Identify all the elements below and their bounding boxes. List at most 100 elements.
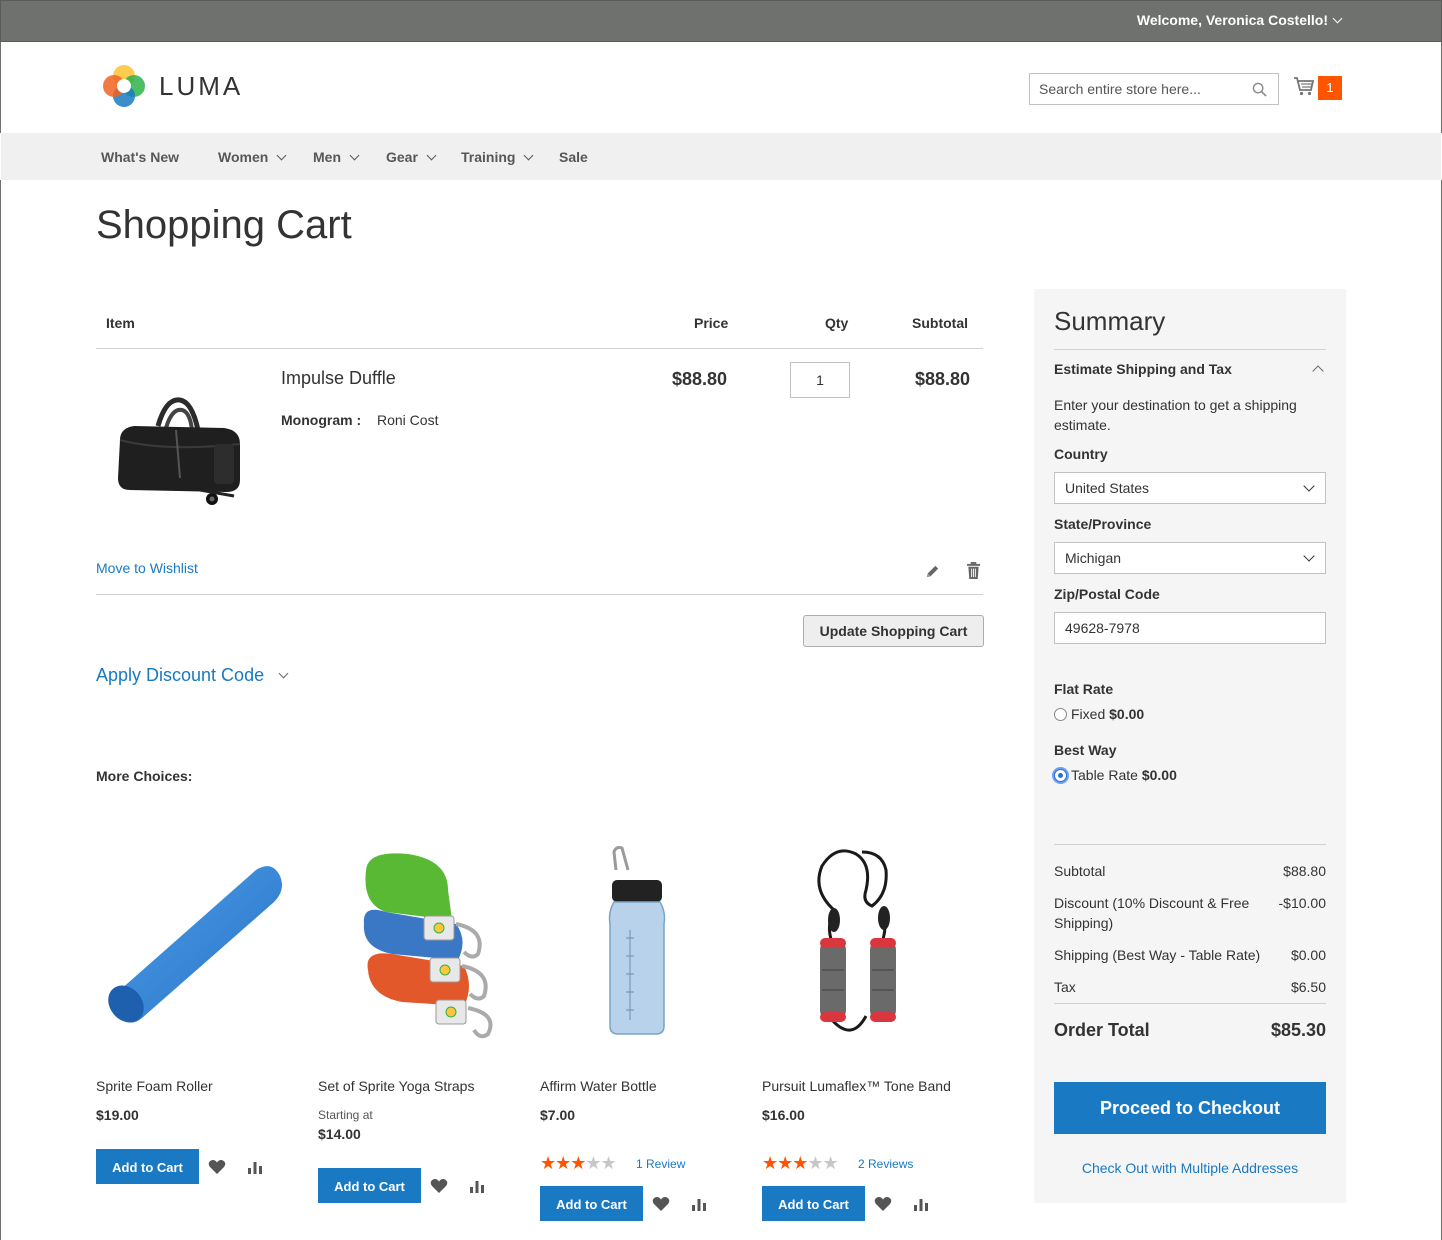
cart-item-price: $88.80 <box>672 369 728 389</box>
top-bar: Welcome, Veronica Costello! <box>0 0 1442 42</box>
nav-label: Training <box>461 149 516 165</box>
summary-title: Summary <box>1054 306 1166 336</box>
compare-icon[interactable] <box>247 1160 263 1174</box>
chevron-down-icon <box>1303 550 1315 562</box>
header: LUMA 1 <box>0 42 1442 133</box>
shipping-option-best-way[interactable]: Table Rate $0.00 <box>1054 767 1177 783</box>
cart-item-name[interactable]: Impulse Duffle <box>281 368 396 389</box>
state-select[interactable]: Michigan <box>1054 542 1326 574</box>
divider <box>1054 349 1326 350</box>
impulse-duffle-image[interactable] <box>106 378 246 526</box>
shipping-method: Fixed <box>1071 706 1106 722</box>
country-select[interactable]: United States <box>1054 472 1326 504</box>
nav-item-sale[interactable]: Sale <box>559 149 588 165</box>
totals-value: $0.00 <box>1290 947 1326 963</box>
add-to-cart-button[interactable]: Add to Cart <box>762 1186 865 1221</box>
qty-input[interactable]: 1 <box>790 362 850 398</box>
yoga-straps-image[interactable] <box>318 830 518 1050</box>
cart-summary: Summary Estimate Shipping and Tax Enter … <box>1034 289 1346 1203</box>
search-box <box>1029 73 1279 105</box>
product-name[interactable]: Pursuit Lumaflex™ Tone Band <box>762 1078 951 1094</box>
chevron-down-icon <box>278 668 289 679</box>
heart-icon[interactable] <box>430 1178 448 1194</box>
product-name[interactable]: Set of Sprite Yoga Straps <box>318 1078 474 1094</box>
heart-icon[interactable] <box>208 1159 226 1175</box>
logo[interactable]: LUMA <box>101 63 243 109</box>
shipping-carrier-label: Best Way <box>1054 742 1117 758</box>
rating-stars: ★★★★★ <box>762 1153 839 1173</box>
proceed-to-checkout-button[interactable]: Proceed to Checkout <box>1054 1082 1326 1134</box>
zip-label: Zip/Postal Code <box>1054 586 1160 602</box>
col-header-qty: Qty <box>825 315 849 331</box>
chevron-down-icon <box>276 150 287 161</box>
update-cart-button[interactable]: Update Shopping Cart <box>803 615 984 647</box>
totals-value: -$10.00 <box>1278 895 1326 911</box>
product-price: $19.00 <box>96 1107 139 1123</box>
shipping-amount: $0.00 <box>1109 706 1145 722</box>
estimate-description: Enter your destination to get a shipping… <box>1054 397 1297 433</box>
estimate-shipping-toggle[interactable]: Estimate Shipping and Tax <box>1054 361 1232 377</box>
apply-discount-toggle[interactable]: Apply Discount Code <box>96 665 289 686</box>
chevron-down-icon <box>426 150 437 161</box>
radio-button[interactable] <box>1054 707 1067 721</box>
pencil-icon[interactable] <box>924 563 941 580</box>
totals-value: $6.50 <box>1290 979 1326 995</box>
nav-item-gear[interactable]: Gear <box>386 149 437 165</box>
divider <box>1054 844 1326 845</box>
heart-icon[interactable] <box>874 1196 892 1212</box>
product-price: $16.00 <box>762 1107 805 1123</box>
totals-label: Tax <box>1054 979 1076 995</box>
reviews-link[interactable]: 1 Review <box>636 1157 685 1171</box>
chevron-up-icon[interactable] <box>1312 365 1324 377</box>
shipping-method: Table Rate <box>1071 767 1138 783</box>
zip-input[interactable]: 49628-7978 <box>1054 612 1326 644</box>
starting-at-label: Starting at <box>318 1108 373 1122</box>
option-label: Monogram : <box>281 412 362 428</box>
order-total-value: $85.30 <box>1270 1020 1326 1040</box>
add-to-cart-button[interactable]: Add to Cart <box>318 1168 421 1203</box>
shipping-option-flat-rate[interactable]: Fixed $0.00 <box>1054 706 1144 722</box>
multi-address-checkout-link[interactable]: Check Out with Multiple Addresses <box>1034 1160 1346 1176</box>
more-choices-title: More Choices: <box>96 768 193 784</box>
trash-icon[interactable] <box>966 561 981 580</box>
nav-item-women[interactable]: Women <box>218 149 287 165</box>
rating-stars: ★★★★★ <box>540 1153 617 1173</box>
nav-item-men[interactable]: Men <box>313 149 360 165</box>
cart-count-badge[interactable]: 1 <box>1318 76 1342 100</box>
reviews-link[interactable]: 2 Reviews <box>858 1157 913 1171</box>
order-total: Order Total $85.30 <box>1054 1020 1326 1041</box>
radio-button-checked[interactable] <box>1054 768 1067 782</box>
product-name[interactable]: Sprite Foam Roller <box>96 1078 213 1094</box>
water-bottle-image[interactable] <box>540 830 740 1050</box>
nav-label: Women <box>218 149 269 165</box>
compare-icon[interactable] <box>691 1197 707 1211</box>
heart-icon[interactable] <box>652 1196 670 1212</box>
customer-menu[interactable]: Welcome, Veronica Costello! <box>1137 12 1343 28</box>
cart-icon[interactable] <box>1293 76 1315 96</box>
compare-icon[interactable] <box>913 1197 929 1211</box>
product-name[interactable]: Affirm Water Bottle <box>540 1078 657 1094</box>
add-to-cart-button[interactable]: Add to Cart <box>540 1186 643 1221</box>
page-title: Shopping Cart <box>96 203 352 247</box>
compare-icon[interactable] <box>469 1179 485 1193</box>
add-to-cart-button[interactable]: Add to Cart <box>96 1149 199 1184</box>
move-to-wishlist-link[interactable]: Move to Wishlist <box>96 560 198 576</box>
order-total-label: Order Total <box>1054 1020 1150 1040</box>
nav-item-whats-new[interactable]: What's New <box>101 149 179 165</box>
product-price: $14.00 <box>318 1126 361 1142</box>
search-input[interactable] <box>1030 74 1240 104</box>
chevron-down-icon <box>1332 13 1343 24</box>
nav-label: Gear <box>386 149 418 165</box>
search-icon[interactable] <box>1252 82 1267 97</box>
main-nav: What's New Women Men Gear Training Sale <box>1 133 1441 180</box>
col-header-subtotal: Subtotal <box>912 315 968 331</box>
option-value: Roni Cost <box>377 412 439 428</box>
nav-item-training[interactable]: Training <box>461 149 534 165</box>
nav-label: Men <box>313 149 341 165</box>
totals-label: Subtotal <box>1054 863 1106 879</box>
chevron-down-icon <box>349 150 360 161</box>
nav-label: Sale <box>559 149 588 165</box>
foam-roller-image[interactable] <box>96 830 296 1050</box>
totals-value: $88.80 <box>1283 863 1326 879</box>
tone-band-image[interactable] <box>762 830 962 1050</box>
